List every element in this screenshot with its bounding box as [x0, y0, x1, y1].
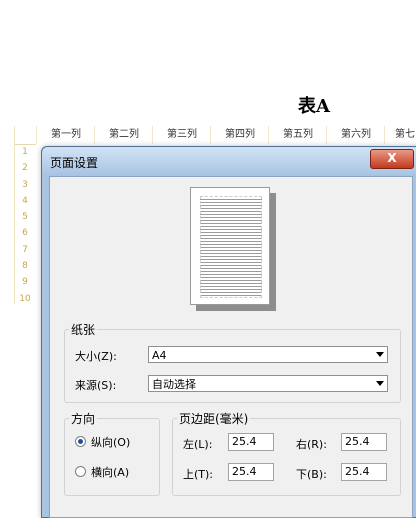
- dialog-title: 页面设置: [50, 156, 99, 170]
- column-header[interactable]: 第一列: [36, 126, 95, 144]
- left-margin-input[interactable]: 25.4: [228, 433, 274, 451]
- column-header[interactable]: 第六列: [326, 126, 385, 144]
- paper-size-value: A4: [152, 349, 167, 362]
- bottom-margin-input[interactable]: 25.4: [341, 463, 387, 481]
- paper-source-select[interactable]: 自动选择: [148, 375, 388, 392]
- right-margin-input[interactable]: 25.4: [341, 433, 387, 451]
- select-all-corner[interactable]: [14, 126, 36, 145]
- row-header[interactable]: 9: [14, 274, 36, 290]
- paper-size-label: 大小(Z):: [75, 350, 117, 363]
- column-header[interactable]: 第三列: [152, 126, 211, 144]
- landscape-label[interactable]: 横向(A): [91, 464, 129, 480]
- margins-group: 页边距(毫米) 左(L): 25.4 右(R): 25.4 上(T): 25.4…: [172, 410, 401, 496]
- page-setup-dialog: 页面设置 X 纸张 大小(Z): A4 来源(S): 自动选择 方向 纵向(O)…: [41, 146, 416, 518]
- row-header[interactable]: 6: [14, 225, 36, 241]
- top-margin-label: 上(T):: [183, 468, 214, 481]
- paper-source-label: 来源(S):: [75, 379, 117, 392]
- column-header[interactable]: 第七: [384, 126, 416, 144]
- page-preview: [190, 187, 276, 311]
- orientation-group-label: 方向: [69, 410, 98, 427]
- close-button[interactable]: X: [370, 149, 414, 169]
- portrait-radio[interactable]: [75, 436, 86, 447]
- left-margin-label: 左(L):: [183, 438, 213, 451]
- landscape-radio[interactable]: [75, 466, 86, 477]
- column-header-row: 第一列 第二列 第三列 第四列 第五列 第六列 第七: [0, 126, 416, 145]
- row-header[interactable]: 1: [14, 144, 36, 160]
- dialog-titlebar[interactable]: 页面设置 X: [42, 147, 416, 175]
- row-header[interactable]: 4: [14, 193, 36, 209]
- right-margin-label: 右(R):: [296, 438, 327, 451]
- top-margin-input[interactable]: 25.4: [228, 463, 274, 481]
- page-preview-paper: [190, 187, 270, 305]
- portrait-label[interactable]: 纵向(O): [91, 434, 130, 450]
- page-preview-text-icon: [200, 196, 262, 298]
- paper-size-select[interactable]: A4: [148, 346, 388, 363]
- paper-group-label: 纸张: [69, 321, 98, 338]
- row-header[interactable]: 7: [14, 242, 36, 258]
- row-header[interactable]: 10: [14, 291, 36, 307]
- close-icon: X: [387, 151, 397, 165]
- chevron-down-icon: [376, 352, 384, 357]
- bottom-margin-label: 下(B):: [296, 468, 327, 481]
- column-header[interactable]: 第五列: [268, 126, 327, 144]
- dialog-body: 纸张 大小(Z): A4 来源(S): 自动选择 方向 纵向(O) 横向(A) …: [49, 176, 413, 518]
- column-header[interactable]: 第四列: [210, 126, 269, 144]
- paper-group: 纸张 大小(Z): A4 来源(S): 自动选择: [64, 321, 401, 403]
- chevron-down-icon: [376, 381, 384, 386]
- row-header-column: 1 2 3 4 5 6 7 8 9 10: [14, 144, 36, 307]
- row-header[interactable]: 2: [14, 160, 36, 176]
- margins-group-label: 页边距(毫米): [177, 410, 251, 427]
- orientation-group: 方向 纵向(O) 横向(A): [64, 410, 160, 496]
- paper-source-value: 自动选择: [152, 378, 196, 391]
- row-header[interactable]: 8: [14, 258, 36, 274]
- column-header[interactable]: 第二列: [94, 126, 153, 144]
- sheet-title: 表A: [298, 96, 330, 117]
- row-header[interactable]: 3: [14, 177, 36, 193]
- row-header[interactable]: 5: [14, 209, 36, 225]
